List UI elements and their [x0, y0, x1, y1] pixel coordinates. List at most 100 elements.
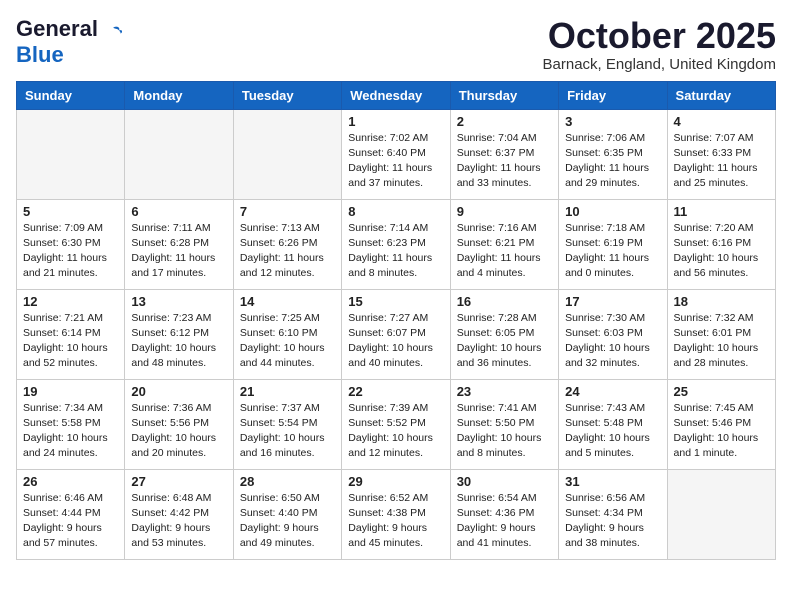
- day-number: 10: [565, 204, 660, 219]
- day-info: Sunrise: 7:41 AM Sunset: 5:50 PM Dayligh…: [457, 401, 552, 462]
- day-info: Sunrise: 7:20 AM Sunset: 6:16 PM Dayligh…: [674, 221, 769, 282]
- day-number: 4: [674, 114, 769, 129]
- day-info: Sunrise: 7:09 AM Sunset: 6:30 PM Dayligh…: [23, 221, 118, 282]
- day-number: 31: [565, 474, 660, 489]
- calendar-week-row: 19Sunrise: 7:34 AM Sunset: 5:58 PM Dayli…: [17, 379, 776, 469]
- day-info: Sunrise: 7:39 AM Sunset: 5:52 PM Dayligh…: [348, 401, 443, 462]
- day-number: 7: [240, 204, 335, 219]
- day-of-week-header: Wednesday: [342, 81, 450, 109]
- day-number: 23: [457, 384, 552, 399]
- day-info: Sunrise: 6:46 AM Sunset: 4:44 PM Dayligh…: [23, 491, 118, 552]
- calendar-header-row: SundayMondayTuesdayWednesdayThursdayFrid…: [17, 81, 776, 109]
- day-info: Sunrise: 7:25 AM Sunset: 6:10 PM Dayligh…: [240, 311, 335, 372]
- calendar-day-cell: 24 Sunrise: 7:43 AM Sunset: 5:48 PM Dayli…: [559, 379, 667, 469]
- day-info: Sunrise: 7:30 AM Sunset: 6:03 PM Dayligh…: [565, 311, 660, 372]
- calendar-week-row: 5Sunrise: 7:09 AM Sunset: 6:30 PM Daylig…: [17, 199, 776, 289]
- day-of-week-header: Monday: [125, 81, 233, 109]
- logo-bird-icon: [100, 23, 122, 41]
- day-of-week-header: Thursday: [450, 81, 558, 109]
- day-number: 11: [674, 204, 769, 219]
- calendar-day-cell: 11 Sunrise: 7:20 AM Sunset: 6:16 PM Dayli…: [667, 199, 775, 289]
- calendar-day-cell: 10 Sunrise: 7:18 AM Sunset: 6:19 PM Dayli…: [559, 199, 667, 289]
- day-number: 9: [457, 204, 552, 219]
- location: Barnack, England, United Kingdom: [543, 56, 776, 73]
- day-number: 21: [240, 384, 335, 399]
- calendar-day-cell: 25 Sunrise: 7:45 AM Sunset: 5:46 PM Dayli…: [667, 379, 775, 469]
- day-number: 20: [131, 384, 226, 399]
- day-number: 3: [565, 114, 660, 129]
- logo-blue: Blue: [16, 42, 64, 67]
- day-info: Sunrise: 7:36 AM Sunset: 5:56 PM Dayligh…: [131, 401, 226, 462]
- day-number: 13: [131, 294, 226, 309]
- day-info: Sunrise: 7:18 AM Sunset: 6:19 PM Dayligh…: [565, 221, 660, 282]
- day-info: Sunrise: 7:02 AM Sunset: 6:40 PM Dayligh…: [348, 131, 443, 192]
- calendar-day-cell: 9 Sunrise: 7:16 AM Sunset: 6:21 PM Daylig…: [450, 199, 558, 289]
- day-number: 14: [240, 294, 335, 309]
- day-info: Sunrise: 7:16 AM Sunset: 6:21 PM Dayligh…: [457, 221, 552, 282]
- calendar-day-cell: 17Sunrise: 7:30 AM Sunset: 6:03 PM Dayli…: [559, 289, 667, 379]
- day-number: 2: [457, 114, 552, 129]
- day-number: 8: [348, 204, 443, 219]
- day-info: Sunrise: 7:32 AM Sunset: 6:01 PM Dayligh…: [674, 311, 769, 372]
- calendar-day-cell: 19Sunrise: 7:34 AM Sunset: 5:58 PM Dayli…: [17, 379, 125, 469]
- day-number: 18: [674, 294, 769, 309]
- calendar-day-cell: 21 Sunrise: 7:37 AM Sunset: 5:54 PM Dayli…: [233, 379, 341, 469]
- logo-general: General: [16, 16, 98, 41]
- calendar-day-cell: 27 Sunrise: 6:48 AM Sunset: 4:42 PM Dayli…: [125, 469, 233, 559]
- calendar-day-cell: [667, 469, 775, 559]
- day-of-week-header: Saturday: [667, 81, 775, 109]
- calendar-table: SundayMondayTuesdayWednesdayThursdayFrid…: [16, 81, 776, 560]
- day-info: Sunrise: 7:14 AM Sunset: 6:23 PM Dayligh…: [348, 221, 443, 282]
- calendar-day-cell: 20 Sunrise: 7:36 AM Sunset: 5:56 PM Dayli…: [125, 379, 233, 469]
- day-number: 25: [674, 384, 769, 399]
- day-of-week-header: Tuesday: [233, 81, 341, 109]
- day-number: 24: [565, 384, 660, 399]
- calendar-day-cell: 29 Sunrise: 6:52 AM Sunset: 4:38 PM Dayli…: [342, 469, 450, 559]
- day-info: Sunrise: 7:37 AM Sunset: 5:54 PM Dayligh…: [240, 401, 335, 462]
- day-info: Sunrise: 7:45 AM Sunset: 5:46 PM Dayligh…: [674, 401, 769, 462]
- page-header: General Blue October 2025 Barnack, Engla…: [16, 16, 776, 73]
- title-section: October 2025 Barnack, England, United Ki…: [543, 16, 776, 73]
- calendar-day-cell: [17, 109, 125, 199]
- day-number: 12: [23, 294, 118, 309]
- calendar-day-cell: 4 Sunrise: 7:07 AM Sunset: 6:33 PM Daylig…: [667, 109, 775, 199]
- day-number: 28: [240, 474, 335, 489]
- calendar-day-cell: 26 Sunrise: 6:46 AM Sunset: 4:44 PM Dayli…: [17, 469, 125, 559]
- calendar-day-cell: 23 Sunrise: 7:41 AM Sunset: 5:50 PM Dayli…: [450, 379, 558, 469]
- calendar-day-cell: [125, 109, 233, 199]
- calendar-week-row: 12 Sunrise: 7:21 AM Sunset: 6:14 PM Dayli…: [17, 289, 776, 379]
- calendar-day-cell: 18 Sunrise: 7:32 AM Sunset: 6:01 PM Dayli…: [667, 289, 775, 379]
- day-info: Sunrise: 7:23 AM Sunset: 6:12 PM Dayligh…: [131, 311, 226, 372]
- calendar-day-cell: 15Sunrise: 7:27 AM Sunset: 6:07 PM Dayli…: [342, 289, 450, 379]
- day-number: 29: [348, 474, 443, 489]
- day-info: Sunrise: 6:52 AM Sunset: 4:38 PM Dayligh…: [348, 491, 443, 552]
- calendar-day-cell: 30 Sunrise: 6:54 AM Sunset: 4:36 PM Dayli…: [450, 469, 558, 559]
- calendar-day-cell: 8 Sunrise: 7:14 AM Sunset: 6:23 PM Daylig…: [342, 199, 450, 289]
- calendar-day-cell: 13 Sunrise: 7:23 AM Sunset: 6:12 PM Dayli…: [125, 289, 233, 379]
- day-info: Sunrise: 7:28 AM Sunset: 6:05 PM Dayligh…: [457, 311, 552, 372]
- calendar-day-cell: 22Sunrise: 7:39 AM Sunset: 5:52 PM Dayli…: [342, 379, 450, 469]
- calendar-day-cell: 31Sunrise: 6:56 AM Sunset: 4:34 PM Dayli…: [559, 469, 667, 559]
- day-of-week-header: Sunday: [17, 81, 125, 109]
- day-number: 27: [131, 474, 226, 489]
- calendar-day-cell: 3 Sunrise: 7:06 AM Sunset: 6:35 PM Daylig…: [559, 109, 667, 199]
- logo: General Blue: [16, 16, 122, 68]
- day-info: Sunrise: 7:34 AM Sunset: 5:58 PM Dayligh…: [23, 401, 118, 462]
- day-info: Sunrise: 6:48 AM Sunset: 4:42 PM Dayligh…: [131, 491, 226, 552]
- calendar-day-cell: 16 Sunrise: 7:28 AM Sunset: 6:05 PM Dayli…: [450, 289, 558, 379]
- month-title: October 2025: [543, 16, 776, 56]
- day-info: Sunrise: 6:54 AM Sunset: 4:36 PM Dayligh…: [457, 491, 552, 552]
- day-number: 15: [348, 294, 443, 309]
- calendar-day-cell: 5Sunrise: 7:09 AM Sunset: 6:30 PM Daylig…: [17, 199, 125, 289]
- day-number: 16: [457, 294, 552, 309]
- calendar-day-cell: 28Sunrise: 6:50 AM Sunset: 4:40 PM Dayli…: [233, 469, 341, 559]
- day-info: Sunrise: 7:06 AM Sunset: 6:35 PM Dayligh…: [565, 131, 660, 192]
- calendar-day-cell: 6Sunrise: 7:11 AM Sunset: 6:28 PM Daylig…: [125, 199, 233, 289]
- day-number: 30: [457, 474, 552, 489]
- calendar-week-row: 26 Sunrise: 6:46 AM Sunset: 4:44 PM Dayli…: [17, 469, 776, 559]
- day-number: 26: [23, 474, 118, 489]
- day-info: Sunrise: 7:07 AM Sunset: 6:33 PM Dayligh…: [674, 131, 769, 192]
- calendar-day-cell: 1Sunrise: 7:02 AM Sunset: 6:40 PM Daylig…: [342, 109, 450, 199]
- day-info: Sunrise: 7:21 AM Sunset: 6:14 PM Dayligh…: [23, 311, 118, 372]
- day-info: Sunrise: 7:43 AM Sunset: 5:48 PM Dayligh…: [565, 401, 660, 462]
